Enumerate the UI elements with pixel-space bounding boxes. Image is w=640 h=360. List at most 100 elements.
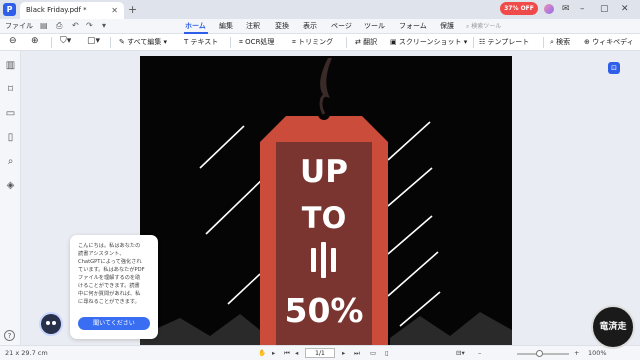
page-indicator[interactable]: 1/1 — [305, 348, 335, 358]
shape-icon[interactable]: ▢▾ — [87, 36, 100, 46]
menu-home[interactable]: ホーム — [185, 21, 206, 31]
promo-badge[interactable]: 37% OFF — [500, 2, 538, 15]
title-bar: P Black Friday.pdf * ✕ + 37% OFF ✉ – ▢ ✕ — [0, 0, 640, 19]
document-tab[interactable]: Black Friday.pdf * ✕ — [20, 2, 124, 19]
tag-text-up: UP — [300, 154, 348, 190]
zoom-slider-handle[interactable] — [536, 350, 543, 357]
chat-message: こんにちは。私はあなたの 読書アシスタント、 ChatGPTによって強化され て… — [78, 243, 145, 305]
more-icon[interactable]: ▾ — [102, 21, 106, 30]
app-logo-icon: P — [3, 3, 16, 16]
template-button[interactable]: ☷ テンプレート — [479, 37, 529, 47]
fit-page-icon[interactable]: ▭ — [370, 349, 376, 357]
chat-assistant-bubble: こんにちは。私はあなたの 読書アシスタント、 ChatGPTによって強化され て… — [70, 235, 158, 339]
divider — [473, 37, 474, 48]
template-icon: ☷ — [479, 38, 488, 46]
help-icon[interactable]: ? — [4, 330, 15, 341]
edit-all-icon: ✎ — [119, 38, 128, 46]
file-menu[interactable]: ファイル — [5, 21, 33, 31]
screenshot-icon: ▣ — [390, 38, 399, 46]
bot-eye-left — [46, 321, 50, 325]
zoom-in-small-icon[interactable]: + — [574, 349, 579, 357]
divider — [346, 37, 347, 48]
close-window-icon[interactable]: ✕ — [621, 2, 629, 16]
menu-tools[interactable]: ツール — [364, 21, 385, 31]
layers-icon[interactable]: ◈ — [4, 179, 17, 192]
crop-button[interactable]: ⌗ トリミング — [292, 37, 333, 47]
maximize-icon[interactable]: ▢ — [600, 2, 609, 16]
ask-button[interactable]: 聞いてください — [78, 317, 150, 330]
tool-search[interactable]: ⌕ 検索ツール — [466, 21, 501, 31]
text-button[interactable]: T テキスト — [184, 37, 218, 47]
translate-button[interactable]: ⇄ 翻訳 — [355, 37, 377, 47]
hand-tool-icon[interactable]: ✋ — [258, 349, 266, 357]
menu-bar: ファイル ▤ ⎙ ↶ ↷ ▾ ホーム 編集 注釈 変換 表示 ページ ツール フ… — [0, 19, 640, 34]
zoom-menu-icon[interactable]: ⊟▾ — [456, 349, 465, 357]
highlight-icon[interactable]: ⛉▾ — [60, 36, 71, 46]
mail-icon[interactable]: ✉ — [562, 2, 570, 16]
comment-icon[interactable]: ▭ — [4, 107, 17, 120]
zoom-in-icon[interactable]: ⊕ — [31, 36, 39, 46]
divider — [230, 37, 231, 48]
save-icon[interactable]: ▤ — [40, 21, 48, 30]
ocr-button[interactable]: ⌗ OCR処理 — [239, 37, 274, 47]
menu-protect[interactable]: 保護 — [440, 21, 454, 31]
search-panel-icon[interactable]: ⌕ — [4, 155, 17, 168]
menu-form[interactable]: フォーム — [399, 21, 427, 31]
tool-search-placeholder: 検索ツール — [471, 23, 502, 30]
attachment-icon[interactable]: ▯ — [4, 131, 17, 144]
divider — [110, 37, 111, 48]
fit-width-icon[interactable]: ▯ — [385, 349, 389, 357]
divider — [51, 37, 52, 48]
tag-text-to: TO — [301, 201, 347, 235]
print-icon[interactable]: ⎙ — [56, 21, 62, 31]
ocr-label: OCR処理 — [245, 38, 275, 46]
document-tab-title: Black Friday.pdf * — [26, 6, 87, 14]
pdf-page[interactable]: UP TO 50% — [140, 56, 512, 345]
status-bar: 21 x 29.7 cm ✋ ▸ ⏮ ◂ 1/1 ▸ ⏭ ▭ ▯ ⊟▾ – + … — [0, 345, 640, 360]
menu-view[interactable]: 表示 — [303, 21, 317, 31]
wiki-button[interactable]: ⊕ ウィキペディ — [584, 37, 634, 47]
zoom-out-small-icon[interactable]: – — [478, 349, 481, 357]
wiki-label: ウィキペディ — [592, 38, 634, 46]
screenshot-label: スクリーンショット — [398, 38, 462, 46]
divider — [543, 37, 544, 48]
search-button[interactable]: ⌕ 検索 — [550, 37, 570, 47]
ai-assistant-icon[interactable]: ⊡ — [608, 62, 620, 74]
translate-icon: ⇄ — [355, 38, 364, 46]
zoom-level[interactable]: 100% — [588, 349, 607, 357]
zoom-out-icon[interactable]: ⊖ — [9, 36, 17, 46]
menu-page[interactable]: ページ — [331, 21, 352, 31]
bot-eye-right — [52, 321, 56, 325]
text-label: テキスト — [190, 38, 219, 46]
undo-icon[interactable]: ↶ — [72, 21, 79, 30]
tag-text-percent: 50% — [284, 291, 364, 330]
screenshot-button[interactable]: ▣ スクリーンショット ▾ — [390, 37, 467, 47]
minimize-icon[interactable]: – — [580, 2, 585, 16]
first-page-icon[interactable]: ⏮ — [284, 349, 290, 358]
translate-label: 翻訳 — [363, 38, 378, 46]
select-tool-icon[interactable]: ▸ — [272, 349, 275, 357]
crop-label: トリミング — [298, 38, 334, 46]
last-page-icon[interactable]: ⏭ — [354, 349, 360, 358]
menu-annotate[interactable]: 注釈 — [246, 21, 260, 31]
close-tab-icon[interactable]: ✕ — [111, 2, 118, 19]
panel-icon[interactable]: ▥ — [4, 59, 17, 72]
wiki-icon: ⊕ — [584, 38, 593, 46]
redo-icon[interactable]: ↷ — [86, 21, 93, 30]
template-label: テンプレート — [487, 38, 530, 46]
search-label: 検索 — [556, 38, 571, 46]
left-sidebar: ▥ ⌑ ▭ ▯ ⌕ ◈ — [0, 51, 21, 345]
menu-edit[interactable]: 編集 — [219, 21, 233, 31]
prev-page-icon[interactable]: ◂ — [295, 349, 298, 357]
bookmark-icon[interactable]: ⌑ — [4, 83, 17, 96]
zoom-slider[interactable] — [517, 353, 569, 355]
chatbot-icon[interactable] — [41, 314, 61, 334]
page-size: 21 x 29.7 cm — [5, 349, 48, 357]
next-page-icon[interactable]: ▸ — [342, 349, 345, 357]
menu-convert[interactable]: 変換 — [275, 21, 289, 31]
avatar[interactable] — [544, 4, 554, 14]
edit-all-label: すべて編集 — [127, 38, 162, 46]
edit-all-button[interactable]: ✎ すべて編集 ▾ — [119, 37, 167, 47]
toolbar: ⊖ ⊕ ⛉▾ ▢▾ ✎ すべて編集 ▾ T テキスト ⌗ OCR処理 ⌗ トリミ… — [0, 34, 640, 51]
new-tab-button[interactable]: + — [128, 3, 137, 16]
